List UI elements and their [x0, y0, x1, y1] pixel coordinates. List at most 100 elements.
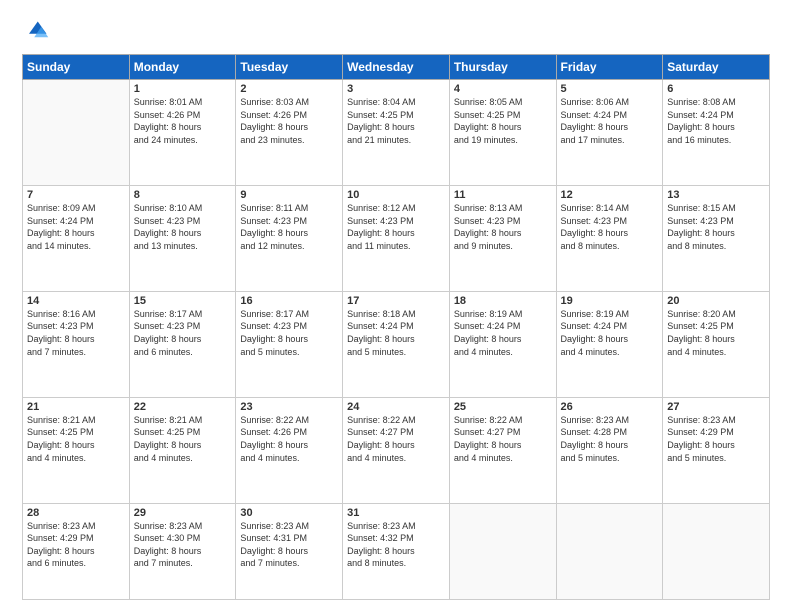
- day-info: Sunrise: 8:16 AM Sunset: 4:23 PM Dayligh…: [27, 308, 125, 358]
- calendar-cell: 5Sunrise: 8:06 AM Sunset: 4:24 PM Daylig…: [556, 80, 663, 186]
- day-number: 20: [667, 295, 765, 307]
- calendar-cell: [663, 503, 770, 599]
- day-header-saturday: Saturday: [663, 55, 770, 80]
- day-info: Sunrise: 8:23 AM Sunset: 4:28 PM Dayligh…: [561, 414, 659, 464]
- day-number: 18: [454, 295, 552, 307]
- calendar-cell: 20Sunrise: 8:20 AM Sunset: 4:25 PM Dayli…: [663, 291, 770, 397]
- day-number: 30: [240, 507, 338, 519]
- day-header-monday: Monday: [129, 55, 236, 80]
- calendar-cell: 14Sunrise: 8:16 AM Sunset: 4:23 PM Dayli…: [23, 291, 130, 397]
- calendar-cell: 28Sunrise: 8:23 AM Sunset: 4:29 PM Dayli…: [23, 503, 130, 599]
- calendar-cell: 17Sunrise: 8:18 AM Sunset: 4:24 PM Dayli…: [343, 291, 450, 397]
- day-info: Sunrise: 8:19 AM Sunset: 4:24 PM Dayligh…: [454, 308, 552, 358]
- calendar-cell: 23Sunrise: 8:22 AM Sunset: 4:26 PM Dayli…: [236, 397, 343, 503]
- calendar-cell: 15Sunrise: 8:17 AM Sunset: 4:23 PM Dayli…: [129, 291, 236, 397]
- calendar-cell: 19Sunrise: 8:19 AM Sunset: 4:24 PM Dayli…: [556, 291, 663, 397]
- calendar-cell: 13Sunrise: 8:15 AM Sunset: 4:23 PM Dayli…: [663, 185, 770, 291]
- day-number: 6: [667, 83, 765, 95]
- calendar-cell: 3Sunrise: 8:04 AM Sunset: 4:25 PM Daylig…: [343, 80, 450, 186]
- day-number: 29: [134, 507, 232, 519]
- day-info: Sunrise: 8:08 AM Sunset: 4:24 PM Dayligh…: [667, 96, 765, 146]
- day-header-wednesday: Wednesday: [343, 55, 450, 80]
- day-number: 11: [454, 189, 552, 201]
- day-info: Sunrise: 8:12 AM Sunset: 4:23 PM Dayligh…: [347, 202, 445, 252]
- calendar-cell: [449, 503, 556, 599]
- day-info: Sunrise: 8:20 AM Sunset: 4:25 PM Dayligh…: [667, 308, 765, 358]
- day-number: 10: [347, 189, 445, 201]
- day-number: 3: [347, 83, 445, 95]
- calendar-cell: 9Sunrise: 8:11 AM Sunset: 4:23 PM Daylig…: [236, 185, 343, 291]
- day-info: Sunrise: 8:05 AM Sunset: 4:25 PM Dayligh…: [454, 96, 552, 146]
- calendar-week-1: 1Sunrise: 8:01 AM Sunset: 4:26 PM Daylig…: [23, 80, 770, 186]
- day-number: 22: [134, 401, 232, 413]
- day-number: 8: [134, 189, 232, 201]
- logo-icon: [22, 18, 50, 46]
- calendar-cell: 1Sunrise: 8:01 AM Sunset: 4:26 PM Daylig…: [129, 80, 236, 186]
- day-number: 9: [240, 189, 338, 201]
- day-number: 17: [347, 295, 445, 307]
- day-number: 31: [347, 507, 445, 519]
- day-info: Sunrise: 8:23 AM Sunset: 4:30 PM Dayligh…: [134, 520, 232, 570]
- day-info: Sunrise: 8:22 AM Sunset: 4:27 PM Dayligh…: [454, 414, 552, 464]
- calendar-week-2: 7Sunrise: 8:09 AM Sunset: 4:24 PM Daylig…: [23, 185, 770, 291]
- calendar-header-row: SundayMondayTuesdayWednesdayThursdayFrid…: [23, 55, 770, 80]
- day-info: Sunrise: 8:17 AM Sunset: 4:23 PM Dayligh…: [240, 308, 338, 358]
- calendar-table: SundayMondayTuesdayWednesdayThursdayFrid…: [22, 54, 770, 600]
- calendar-cell: 24Sunrise: 8:22 AM Sunset: 4:27 PM Dayli…: [343, 397, 450, 503]
- day-info: Sunrise: 8:09 AM Sunset: 4:24 PM Dayligh…: [27, 202, 125, 252]
- day-info: Sunrise: 8:23 AM Sunset: 4:32 PM Dayligh…: [347, 520, 445, 570]
- calendar-cell: 6Sunrise: 8:08 AM Sunset: 4:24 PM Daylig…: [663, 80, 770, 186]
- day-number: 24: [347, 401, 445, 413]
- logo: [22, 18, 52, 46]
- calendar-cell: 31Sunrise: 8:23 AM Sunset: 4:32 PM Dayli…: [343, 503, 450, 599]
- day-info: Sunrise: 8:10 AM Sunset: 4:23 PM Dayligh…: [134, 202, 232, 252]
- day-number: 4: [454, 83, 552, 95]
- day-number: 5: [561, 83, 659, 95]
- calendar-week-5: 28Sunrise: 8:23 AM Sunset: 4:29 PM Dayli…: [23, 503, 770, 599]
- calendar-cell: [556, 503, 663, 599]
- calendar-cell: 16Sunrise: 8:17 AM Sunset: 4:23 PM Dayli…: [236, 291, 343, 397]
- day-info: Sunrise: 8:18 AM Sunset: 4:24 PM Dayligh…: [347, 308, 445, 358]
- day-number: 21: [27, 401, 125, 413]
- calendar-cell: 21Sunrise: 8:21 AM Sunset: 4:25 PM Dayli…: [23, 397, 130, 503]
- day-number: 25: [454, 401, 552, 413]
- calendar-cell: 7Sunrise: 8:09 AM Sunset: 4:24 PM Daylig…: [23, 185, 130, 291]
- day-number: 1: [134, 83, 232, 95]
- day-info: Sunrise: 8:23 AM Sunset: 4:29 PM Dayligh…: [667, 414, 765, 464]
- day-number: 26: [561, 401, 659, 413]
- day-number: 15: [134, 295, 232, 307]
- day-number: 23: [240, 401, 338, 413]
- calendar-cell: 29Sunrise: 8:23 AM Sunset: 4:30 PM Dayli…: [129, 503, 236, 599]
- calendar-cell: 22Sunrise: 8:21 AM Sunset: 4:25 PM Dayli…: [129, 397, 236, 503]
- day-info: Sunrise: 8:22 AM Sunset: 4:27 PM Dayligh…: [347, 414, 445, 464]
- day-info: Sunrise: 8:06 AM Sunset: 4:24 PM Dayligh…: [561, 96, 659, 146]
- calendar-week-3: 14Sunrise: 8:16 AM Sunset: 4:23 PM Dayli…: [23, 291, 770, 397]
- day-info: Sunrise: 8:04 AM Sunset: 4:25 PM Dayligh…: [347, 96, 445, 146]
- day-info: Sunrise: 8:17 AM Sunset: 4:23 PM Dayligh…: [134, 308, 232, 358]
- day-info: Sunrise: 8:15 AM Sunset: 4:23 PM Dayligh…: [667, 202, 765, 252]
- calendar-cell: 26Sunrise: 8:23 AM Sunset: 4:28 PM Dayli…: [556, 397, 663, 503]
- day-number: 7: [27, 189, 125, 201]
- header: [22, 18, 770, 46]
- day-header-friday: Friday: [556, 55, 663, 80]
- day-info: Sunrise: 8:14 AM Sunset: 4:23 PM Dayligh…: [561, 202, 659, 252]
- calendar-cell: 18Sunrise: 8:19 AM Sunset: 4:24 PM Dayli…: [449, 291, 556, 397]
- calendar-cell: [23, 80, 130, 186]
- page: SundayMondayTuesdayWednesdayThursdayFrid…: [0, 0, 792, 612]
- day-info: Sunrise: 8:03 AM Sunset: 4:26 PM Dayligh…: [240, 96, 338, 146]
- day-info: Sunrise: 8:23 AM Sunset: 4:31 PM Dayligh…: [240, 520, 338, 570]
- day-number: 12: [561, 189, 659, 201]
- calendar-cell: 4Sunrise: 8:05 AM Sunset: 4:25 PM Daylig…: [449, 80, 556, 186]
- day-header-tuesday: Tuesday: [236, 55, 343, 80]
- day-info: Sunrise: 8:01 AM Sunset: 4:26 PM Dayligh…: [134, 96, 232, 146]
- day-header-sunday: Sunday: [23, 55, 130, 80]
- day-number: 19: [561, 295, 659, 307]
- calendar-cell: 2Sunrise: 8:03 AM Sunset: 4:26 PM Daylig…: [236, 80, 343, 186]
- day-number: 16: [240, 295, 338, 307]
- day-number: 27: [667, 401, 765, 413]
- day-number: 14: [27, 295, 125, 307]
- day-number: 2: [240, 83, 338, 95]
- day-number: 13: [667, 189, 765, 201]
- day-info: Sunrise: 8:22 AM Sunset: 4:26 PM Dayligh…: [240, 414, 338, 464]
- day-info: Sunrise: 8:21 AM Sunset: 4:25 PM Dayligh…: [27, 414, 125, 464]
